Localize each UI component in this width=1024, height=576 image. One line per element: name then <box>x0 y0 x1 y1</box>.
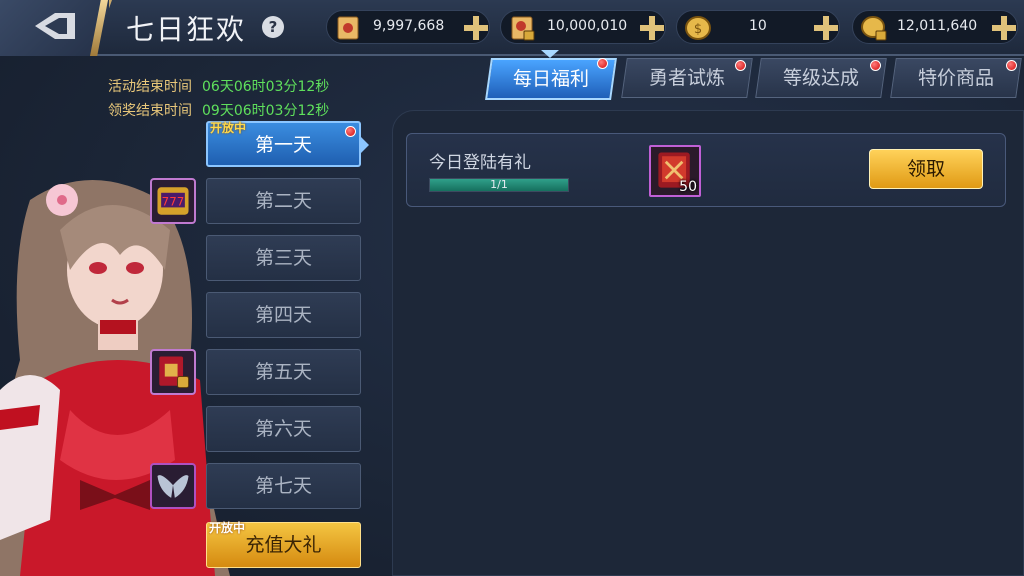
reward-item-count: 50 <box>679 179 697 195</box>
recharge-gift-tab[interactable]: 开放中 充值大礼 <box>206 521 361 568</box>
tab-level-reach-label: 等级达成 <box>782 67 859 89</box>
tab-level-notification-dot <box>870 60 881 71</box>
resource-scroll-value: 9,997,668 <box>373 18 445 34</box>
help-icon[interactable]: ? <box>262 16 284 38</box>
top-bar: 七日狂欢 ? 9,997,668 10,000,010 $ 10 12,011,… <box>0 0 1024 56</box>
tab-hero-notification-dot <box>735 60 746 71</box>
recharge-gift-label: 充值大礼 <box>245 534 322 556</box>
day1-open-tag: 开放中 <box>210 121 247 135</box>
add-coin-icon[interactable] <box>811 13 841 43</box>
activity-end-time: 活动结束时间 06天06时03分12秒 <box>108 76 329 96</box>
add-scroll-icon[interactable] <box>461 13 491 43</box>
tab-daily-notification-dot <box>597 58 608 69</box>
day-tab-3-label: 第三天 <box>254 247 312 269</box>
day-tab-2-label: 第二天 <box>254 190 312 212</box>
day-tab-3[interactable]: 第三天 <box>206 235 361 281</box>
day-tab-1-label: 第一天 <box>254 134 312 156</box>
task-row: 今日登陆有礼 1/1 50 领取 <box>406 133 1006 207</box>
add-locked-coin-icon[interactable] <box>989 13 1019 43</box>
day-tab-2[interactable]: 第二天 <box>206 178 361 224</box>
day-tab-7-label: 第七天 <box>254 475 312 497</box>
tab-special-offers[interactable]: 特价商品 <box>890 58 1022 98</box>
claim-button[interactable]: 领取 <box>869 149 983 189</box>
activity-end-label: 活动结束时间 <box>108 79 192 95</box>
page-title: 七日狂欢 <box>126 13 247 46</box>
day5-reward-slot[interactable] <box>150 349 196 395</box>
resource-locked-coin-value: 12,011,640 <box>897 18 978 34</box>
scroll-icon <box>337 16 359 40</box>
claim-end-label: 领奖结束时间 <box>108 103 192 119</box>
day-tab-6-label: 第六天 <box>254 418 312 440</box>
day-tab-7[interactable]: 第七天 <box>206 463 361 509</box>
recharge-open-tag: 开放中 <box>209 521 246 535</box>
resource-locked-scroll-value: 10,000,010 <box>547 18 628 34</box>
wings-icon <box>157 475 189 498</box>
locked-coin-icon <box>861 16 887 41</box>
active-day-pointer-icon <box>360 136 369 154</box>
day-tab-5[interactable]: 第五天 <box>206 349 361 395</box>
reward-item-slot[interactable]: 50 <box>649 145 701 197</box>
tab-special-offers-label: 特价商品 <box>917 67 994 89</box>
task-progress-text: 1/1 <box>490 178 508 191</box>
active-tab-caret-icon <box>541 50 559 58</box>
locked-book-icon <box>159 356 189 388</box>
resource-locked-coin: 12,011,640 <box>852 10 1018 44</box>
claim-end-value: 09天06时03分12秒 <box>202 103 330 119</box>
day-tab-1[interactable]: 开放中 第一天 <box>206 121 361 167</box>
day-tab-4[interactable]: 第四天 <box>206 292 361 338</box>
task-title: 今日登陆有礼 <box>429 153 531 173</box>
claim-end-time: 领奖结束时间 09天06时03分12秒 <box>108 100 329 120</box>
resource-coin: $ 10 <box>676 10 840 44</box>
tab-level-reach[interactable]: 等级达成 <box>755 58 887 98</box>
tab-daily-benefits-label: 每日福利 <box>512 68 589 90</box>
svg-text:$: $ <box>694 22 702 37</box>
day-tab-4-label: 第四天 <box>254 304 312 326</box>
add-locked-scroll-icon[interactable] <box>637 13 667 43</box>
task-progress-bar: 1/1 <box>429 178 569 192</box>
day-tab-6[interactable]: 第六天 <box>206 406 361 452</box>
tab-hero-trial-label: 勇者试炼 <box>648 67 725 89</box>
svg-text:777: 777 <box>162 195 185 209</box>
resource-locked-scroll: 10,000,010 <box>500 10 666 44</box>
resource-coin-value: 10 <box>749 18 767 34</box>
tab-hero-trial[interactable]: 勇者试炼 <box>621 58 753 98</box>
day-tab-5-label: 第五天 <box>254 361 312 383</box>
slot-machine-icon: 777 <box>157 187 189 215</box>
tab-special-notification-dot <box>1006 60 1017 71</box>
back-arrow-icon <box>29 9 81 47</box>
locked-scroll-icon <box>511 16 535 41</box>
coin-icon: $ <box>685 16 711 40</box>
day2-reward-slot[interactable]: 777 <box>150 178 196 224</box>
activity-end-value: 06天06时03分12秒 <box>202 79 330 95</box>
day1-notification-dot <box>345 126 356 137</box>
day7-reward-slot[interactable] <box>150 463 196 509</box>
resource-scroll: 9,997,668 <box>326 10 490 44</box>
